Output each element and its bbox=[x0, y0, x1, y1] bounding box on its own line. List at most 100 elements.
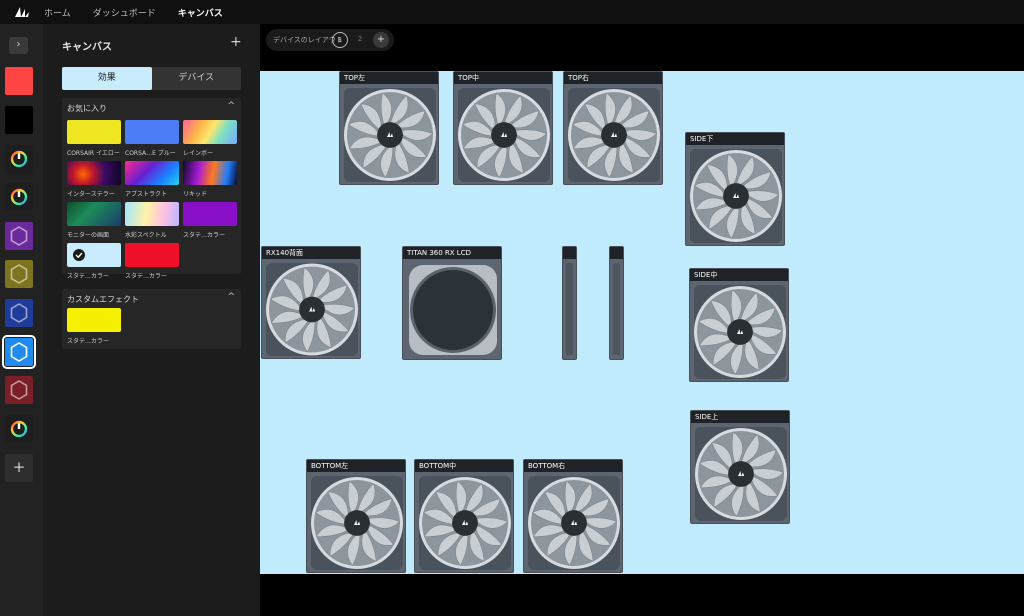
device-label: TOP左 bbox=[340, 72, 438, 84]
strip-body bbox=[566, 263, 573, 355]
effect-swatch[interactable] bbox=[125, 161, 179, 185]
custom-effects-title: カスタムエフェクト bbox=[67, 295, 139, 304]
chevron-right-icon[interactable]: › bbox=[9, 37, 28, 54]
device-label: BOTTOM左 bbox=[307, 460, 405, 472]
fan-device[interactable]: TOP中 bbox=[453, 71, 553, 185]
fan-icon bbox=[568, 88, 660, 182]
device-label: SIDE上 bbox=[691, 411, 789, 423]
add-preset-button[interactable]: + bbox=[5, 454, 33, 482]
nav-canvas[interactable]: キャンバス bbox=[178, 6, 223, 19]
effect-label: リキッド bbox=[183, 191, 208, 198]
rail-preset-black-solid[interactable] bbox=[5, 106, 33, 134]
effect-label: アブストラクト bbox=[125, 191, 168, 198]
rail-preset-darkred-hex[interactable] bbox=[5, 376, 33, 404]
top-navigation: ホーム ダッシュボード キャンバス bbox=[0, 0, 1024, 24]
rail-preset-blue-hex[interactable] bbox=[5, 299, 33, 327]
rail-preset-lightblue-hex[interactable] bbox=[2, 335, 36, 369]
power-ring-icon bbox=[10, 150, 28, 168]
layout-page-1[interactable]: 1 bbox=[332, 32, 348, 48]
effect-swatch[interactable] bbox=[67, 308, 121, 332]
effect-device-toggle: 効果 デバイス bbox=[62, 67, 241, 90]
preset-rail: › + bbox=[0, 24, 43, 616]
effect-swatch[interactable] bbox=[183, 161, 237, 185]
power-ring-icon bbox=[10, 188, 28, 206]
led-strip-device[interactable] bbox=[562, 246, 577, 360]
effect-swatch[interactable] bbox=[125, 120, 179, 144]
hexagon-icon bbox=[10, 226, 28, 246]
fan-device[interactable]: BOTTOM右 bbox=[523, 459, 623, 573]
rail-preset-purple-hex[interactable] bbox=[5, 222, 33, 250]
effect-label: レインボー bbox=[183, 150, 214, 157]
effect-label: CORSA…E ブルー bbox=[125, 150, 176, 157]
nav-dashboard[interactable]: ダッシュボード bbox=[93, 6, 156, 19]
pump-device[interactable]: TITAN 360 RX LCD bbox=[402, 246, 502, 360]
effect-label: スタテ…カラー bbox=[67, 273, 110, 280]
effect-swatch[interactable] bbox=[67, 202, 121, 226]
device-label: TITAN 360 RX LCD bbox=[403, 247, 501, 259]
fan-device[interactable]: SIDE中 bbox=[689, 268, 789, 382]
rail-preset-rainbow-power-2[interactable] bbox=[5, 183, 33, 211]
effect-label: CORSAIR イエロー bbox=[67, 150, 120, 157]
fan-icon bbox=[528, 476, 620, 570]
nav-home[interactable]: ホーム bbox=[44, 6, 71, 19]
fan-icon bbox=[694, 285, 786, 379]
effect-swatch[interactable] bbox=[183, 120, 237, 144]
favorites-title: お気に入り bbox=[67, 104, 107, 113]
device-label: BOTTOM中 bbox=[415, 460, 513, 472]
favorites-section: お気に入り ^ CORSAIR イエロー CORSA…E ブルー レインボー インター… bbox=[62, 98, 241, 280]
effect-label: 水彩スペクトル bbox=[125, 232, 167, 239]
effect-swatch[interactable] bbox=[183, 202, 237, 226]
rail-preset-olive-hex[interactable] bbox=[5, 260, 33, 288]
hexagon-icon bbox=[10, 380, 28, 400]
hexagon-icon bbox=[10, 264, 28, 284]
fan-device[interactable]: SIDE下 bbox=[685, 132, 785, 246]
fan-device[interactable]: RX140背面 bbox=[261, 246, 361, 359]
device-label: BOTTOM右 bbox=[524, 460, 622, 472]
panel-title: キャンバス bbox=[62, 42, 112, 53]
effect-label: スタテ…カラー bbox=[125, 273, 168, 280]
fan-icon bbox=[419, 476, 511, 570]
device-label: TOP右 bbox=[564, 72, 662, 84]
device-label: SIDE中 bbox=[690, 269, 788, 281]
effect-label: スタテ…カラー bbox=[67, 338, 110, 345]
fan-device[interactable]: BOTTOM中 bbox=[414, 459, 514, 573]
layout-page-2[interactable]: 2 bbox=[352, 32, 368, 48]
rail-preset-rainbow-power-3[interactable] bbox=[5, 415, 33, 443]
chevron-up-icon[interactable]: ^ bbox=[227, 292, 235, 302]
layout-pager: デバイスのレイアウト 1 2 + bbox=[266, 29, 394, 51]
strip-body bbox=[613, 263, 620, 355]
rail-preset-red-solid[interactable] bbox=[5, 67, 33, 95]
fan-icon bbox=[695, 427, 787, 521]
effect-swatch[interactable] bbox=[67, 161, 121, 185]
add-layout-icon[interactable]: + bbox=[373, 32, 389, 48]
device-label: SIDE下 bbox=[686, 133, 784, 145]
effect-label: モニターの画面 bbox=[67, 232, 110, 239]
tab-effects[interactable]: 効果 bbox=[62, 67, 152, 90]
fan-device[interactable]: SIDE上 bbox=[690, 410, 790, 524]
chevron-up-icon[interactable]: ^ bbox=[227, 101, 235, 111]
effect-swatch[interactable] bbox=[125, 202, 179, 226]
led-strip-device[interactable] bbox=[609, 246, 624, 360]
tab-devices[interactable]: デバイス bbox=[152, 67, 242, 90]
fan-icon bbox=[458, 88, 550, 182]
pump-lcd-icon bbox=[409, 265, 497, 355]
fan-device[interactable]: TOP左 bbox=[339, 71, 439, 185]
fan-icon bbox=[311, 476, 403, 570]
fan-device[interactable]: TOP右 bbox=[563, 71, 663, 185]
canvas-footer bbox=[260, 574, 1024, 616]
strip-header bbox=[563, 247, 576, 259]
effect-label: スタテ…カラー bbox=[183, 232, 226, 239]
add-icon[interactable]: + bbox=[230, 34, 242, 50]
effect-swatch[interactable] bbox=[125, 243, 179, 267]
corsair-sails-icon bbox=[14, 6, 30, 18]
effect-swatch[interactable] bbox=[67, 120, 121, 144]
fan-icon bbox=[344, 88, 436, 182]
fan-device[interactable]: BOTTOM左 bbox=[306, 459, 406, 573]
hexagon-icon bbox=[10, 342, 28, 362]
fan-icon bbox=[690, 149, 782, 243]
effect-swatch[interactable] bbox=[67, 243, 121, 267]
check-icon bbox=[73, 249, 85, 261]
canvas-toolbar: デバイスのレイアウト 1 2 + bbox=[260, 24, 1024, 71]
canvas-area[interactable]: TOP左 TOP中 TOP右 SIDE下 RX140背面 TITAN 360 RX LCD… bbox=[260, 71, 1024, 574]
rail-preset-rainbow-power[interactable] bbox=[5, 145, 33, 173]
